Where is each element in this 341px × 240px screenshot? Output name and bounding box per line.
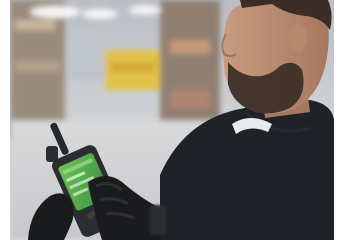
photo-illustration (10, 0, 334, 240)
image-frame (0, 0, 341, 240)
warehouse-photo (10, 0, 334, 240)
